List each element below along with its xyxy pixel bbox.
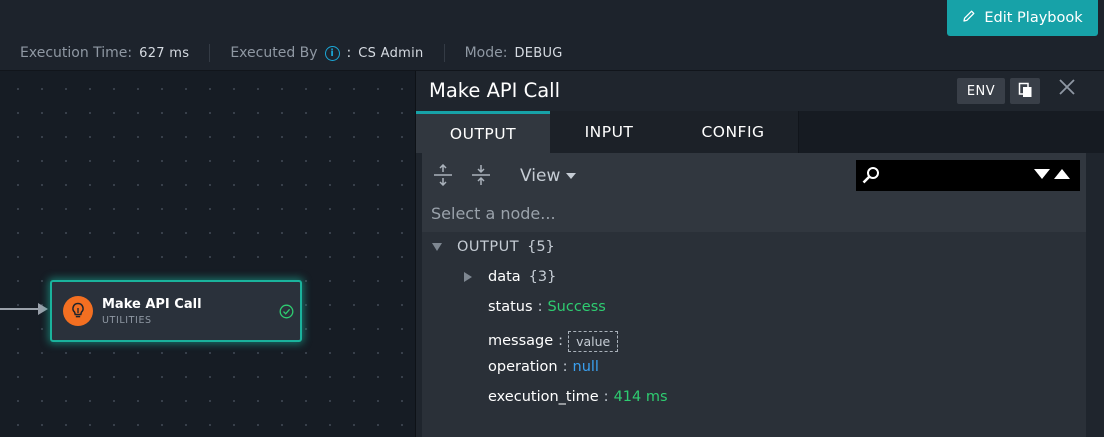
edit-playbook-label: Edit Playbook	[984, 10, 1083, 26]
executed-by-label: Executed By	[230, 45, 318, 61]
collapse-caret-icon[interactable]	[432, 243, 442, 251]
executed-by-value: CS Admin	[358, 45, 424, 61]
key-separator: :	[558, 333, 564, 349]
tree-value: 414 ms	[613, 389, 668, 405]
tree-value: Success	[547, 299, 606, 315]
key-separator: :	[562, 359, 568, 375]
tree-row[interactable]: operation : null	[488, 359, 599, 375]
path-bar	[422, 197, 1086, 232]
tree-root-row[interactable]: OUTPUT {5}	[432, 239, 555, 255]
key-separator: :	[537, 299, 543, 315]
tree-row[interactable]: execution_time : 414 ms	[488, 389, 668, 405]
check-circle-icon	[279, 304, 294, 323]
close-icon[interactable]	[1057, 77, 1077, 97]
executed-by: Executed By i : CS Admin	[210, 44, 445, 62]
edit-playbook-button[interactable]: Edit Playbook	[947, 0, 1098, 36]
connector-arrow-icon	[38, 303, 48, 315]
tree-value: null	[572, 359, 599, 375]
playbook-step-node[interactable]: Make API Call UTILITIES	[50, 280, 302, 342]
copy-button[interactable]	[1010, 78, 1040, 104]
json-tree: OUTPUT {5} data {3} status : Success mes…	[422, 232, 1086, 437]
panel-scrollbar[interactable]	[1086, 153, 1104, 437]
execution-time-label: Execution Time:	[20, 45, 133, 61]
tree-root-key: OUTPUT	[457, 239, 520, 255]
tree-value: value	[568, 330, 619, 352]
mode: Mode: DEBUG	[445, 44, 583, 62]
search-input[interactable]	[856, 160, 1080, 191]
mode-label: Mode:	[464, 45, 508, 61]
expand-all-icon[interactable]	[432, 163, 454, 187]
key-separator: :	[603, 389, 609, 405]
tree-data-row[interactable]: data {3}	[464, 269, 556, 285]
panel-title: Make API Call	[429, 79, 561, 102]
tree-key: status	[488, 299, 533, 315]
top-bar: Edit Playbook	[0, 0, 1104, 36]
executed-by-colon: :	[346, 45, 352, 61]
tab-config[interactable]: CONFIG	[668, 111, 799, 153]
copy-icon	[1018, 82, 1033, 101]
pencil-icon	[962, 9, 976, 27]
tree-key: operation	[488, 359, 558, 375]
search-next-icon[interactable]	[1034, 169, 1050, 179]
playbook-canvas[interactable]: Make API Call UTILITIES	[0, 71, 415, 437]
view-label: View	[520, 166, 561, 186]
json-toolbar: View	[422, 153, 1086, 197]
tree-data-key: data	[488, 269, 521, 285]
lightbulb-icon	[63, 296, 93, 326]
execution-info-bar: Execution Time: 627 ms Executed By i : C…	[0, 36, 1104, 71]
tree-row[interactable]: message : value	[488, 326, 619, 356]
info-icon[interactable]: i	[324, 45, 340, 61]
env-button[interactable]: ENV	[957, 78, 1005, 104]
tree-root-count: {5}	[527, 239, 555, 255]
expand-caret-icon[interactable]	[464, 272, 472, 282]
execution-time: Execution Time: 627 ms	[0, 44, 211, 62]
tree-key: message	[488, 333, 554, 349]
tab-input[interactable]: INPUT	[550, 111, 669, 153]
tree-row[interactable]: status : Success	[488, 299, 606, 315]
chevron-down-icon	[566, 173, 577, 179]
search-icon	[861, 165, 881, 189]
tab-output[interactable]: OUTPUT	[416, 111, 550, 153]
step-detail-panel: Make API Call ENV OUTPUT INPUT CONFIG Vi…	[415, 71, 1104, 437]
node-path-input[interactable]	[429, 203, 1033, 224]
search-previous-icon[interactable]	[1054, 169, 1070, 179]
panel-tabs: OUTPUT INPUT CONFIG	[416, 111, 1104, 153]
collapse-all-icon[interactable]	[470, 164, 492, 186]
node-title: Make API Call	[102, 297, 202, 312]
tree-key: execution_time	[488, 389, 599, 405]
view-dropdown[interactable]: View	[520, 166, 577, 186]
tree-data-count: {3}	[528, 269, 557, 285]
mode-value: DEBUG	[514, 45, 563, 61]
connector-line	[0, 308, 40, 310]
node-subtitle: UTILITIES	[102, 315, 152, 326]
execution-time-value: 627 ms	[139, 45, 190, 61]
